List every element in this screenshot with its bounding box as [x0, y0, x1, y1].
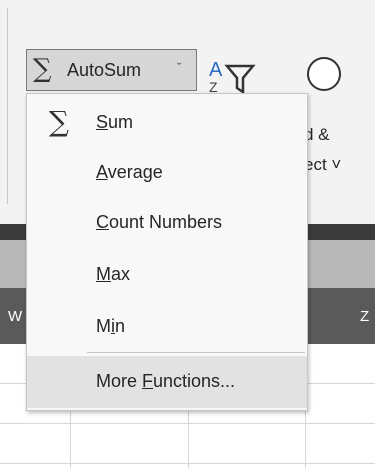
menu-item-min[interactable]: Min	[27, 301, 307, 353]
menu-item-sum[interactable]: ∑ Sum	[27, 97, 307, 149]
autosum-button[interactable]: ∑ AutoSum ˇ	[26, 49, 197, 91]
sigma-icon: ∑	[33, 54, 52, 84]
autosum-label: AutoSum	[67, 60, 142, 80]
menu-item-average[interactable]: Average	[27, 147, 307, 199]
sigma-icon: ∑	[49, 105, 69, 138]
column-header-z[interactable]: Z	[360, 308, 369, 325]
column-header-w[interactable]: W	[8, 308, 22, 325]
chevron-down-icon[interactable]: ˇ	[177, 60, 181, 75]
find-select-label-line1: d &	[304, 125, 330, 144]
menu-item-more-functions[interactable]: More Functions...	[27, 356, 307, 408]
menu-item-label: Average	[96, 162, 163, 182]
menu-divider	[87, 352, 305, 353]
menu-item-label: More Functions...	[96, 371, 236, 391]
menu-item-max[interactable]: Max	[27, 249, 307, 301]
menu-item-label: Min	[96, 316, 126, 336]
find-select-icon[interactable]	[304, 54, 344, 94]
find-select-button[interactable]: d & ect ˅	[304, 120, 341, 180]
svg-text:A: A	[209, 59, 223, 81]
ribbon-group-separator	[7, 8, 8, 204]
autosum-dropdown-menu: ∑ Sum Average Count Numbers Max Min More…	[26, 93, 308, 411]
menu-item-count-numbers[interactable]: Count Numbers	[27, 197, 307, 249]
find-select-label-line2: ect ˅	[304, 155, 342, 174]
sort-filter-icon[interactable]: A Z	[207, 56, 259, 96]
menu-item-label: Max	[96, 264, 131, 284]
menu-item-label: Count Numbers	[96, 212, 223, 232]
menu-item-label: Sum	[96, 112, 134, 132]
